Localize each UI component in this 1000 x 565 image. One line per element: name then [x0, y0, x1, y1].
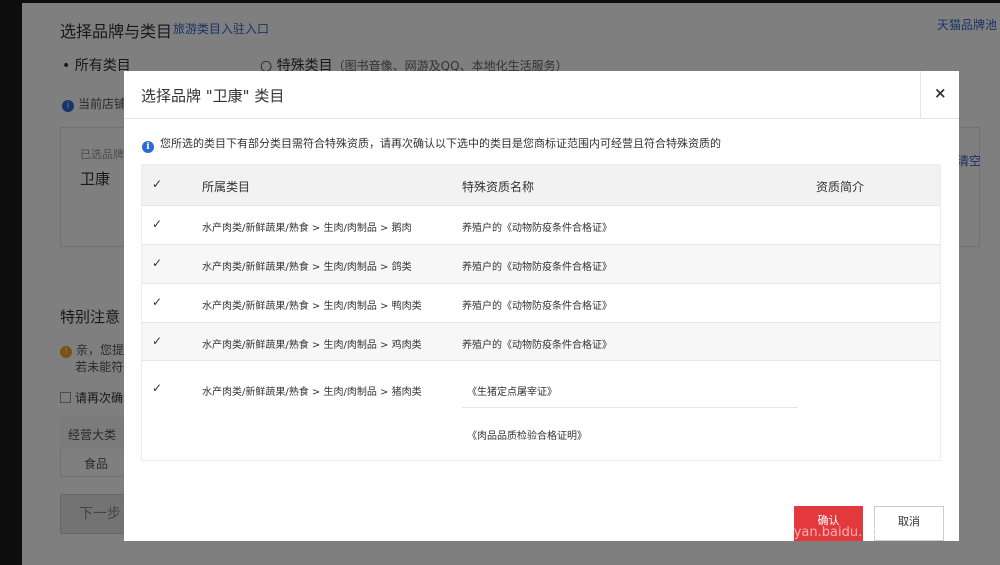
row-category: 水产肉类/新鲜蔬果/熟食 > 生肉/肉制品 > 鸽类 [202, 262, 412, 273]
row-category: 水产肉类/新鲜蔬果/熟食 > 生肉/肉制品 > 鸭肉类 [202, 301, 422, 312]
qualification-notice: i 您所选的类目下有部分类目需符合特殊资质，请再次确认以下选中的类目是您商标证范围… [142, 135, 721, 153]
row-category: 水产肉类/新鲜蔬果/熟食 > 生肉/肉制品 > 鸡肉类 [202, 340, 422, 351]
row-qualification-2: 《肉品品质检验合格证明》 [467, 431, 587, 442]
baidu-watermark-url: jingyan.baidu.com [770, 525, 890, 540]
row-checkbox[interactable]: ✓ [152, 217, 162, 231]
row-qualification: 养殖户的《动物防疫条件合格证》 [462, 340, 612, 351]
row-checkbox[interactable]: ✓ [152, 256, 162, 270]
qualification-divider [462, 407, 798, 408]
row-qualification-1: 《生猪定点屠宰证》 [467, 387, 557, 398]
select-all-checkbox[interactable]: ✓ [152, 177, 162, 191]
qualification-table: ✓ 所属类目 特殊资质名称 资质简介 ✓ 水产肉类/新鲜蔬果/熟食 > 生肉/肉… [141, 164, 941, 461]
table-row: ✓ 水产肉类/新鲜蔬果/熟食 > 生肉/肉制品 > 鸽类 养殖户的《动物防疫条件… [142, 244, 940, 283]
column-qualification: 特殊资质名称 [462, 180, 535, 194]
row-category: 水产肉类/新鲜蔬果/熟食 > 生肉/肉制品 > 猪肉类 [202, 387, 422, 398]
row-category: 水产肉类/新鲜蔬果/熟食 > 生肉/肉制品 > 鹅肉 [202, 223, 412, 234]
column-intro: 资质简介 [816, 180, 865, 194]
info-icon: i [142, 141, 154, 153]
row-qualification: 养殖户的《动物防疫条件合格证》 [462, 262, 612, 273]
baidu-watermark: Baidu 经验 [770, 466, 937, 501]
table-row: ✓ 水产肉类/新鲜蔬果/熟食 > 生肉/肉制品 > 猪肉类 《生猪定点屠宰证》 … [142, 360, 940, 460]
row-qualification: 养殖户的《动物防疫条件合格证》 [462, 223, 612, 234]
row-checkbox[interactable]: ✓ [152, 381, 162, 395]
close-icon: × [934, 84, 947, 102]
column-category: 所属类目 [202, 180, 251, 194]
row-checkbox[interactable]: ✓ [152, 295, 162, 309]
dialog-header: 选择品牌 "卫康" 类目 × [124, 71, 959, 119]
dialog-title: 选择品牌 "卫康" 类目 [141, 87, 285, 105]
table-row: ✓ 水产肉类/新鲜蔬果/熟食 > 生肉/肉制品 > 鸡肉类 养殖户的《动物防疫条… [142, 322, 940, 361]
row-qualification: 养殖户的《动物防疫条件合格证》 [462, 301, 612, 312]
row-checkbox[interactable]: ✓ [152, 334, 162, 348]
qualification-notice-text: 您所选的类目下有部分类目需符合特殊资质，请再次确认以下选中的类目是您商标证范围内… [160, 137, 721, 150]
table-row: ✓ 水产肉类/新鲜蔬果/熟食 > 生肉/肉制品 > 鸭肉类 养殖户的《动物防疫条… [142, 283, 940, 322]
table-header: ✓ 所属类目 特殊资质名称 资质简介 [142, 165, 940, 205]
close-button[interactable]: × [920, 71, 959, 118]
table-row: ✓ 水产肉类/新鲜蔬果/熟食 > 生肉/肉制品 > 鹅肉 养殖户的《动物防疫条件… [142, 205, 940, 244]
